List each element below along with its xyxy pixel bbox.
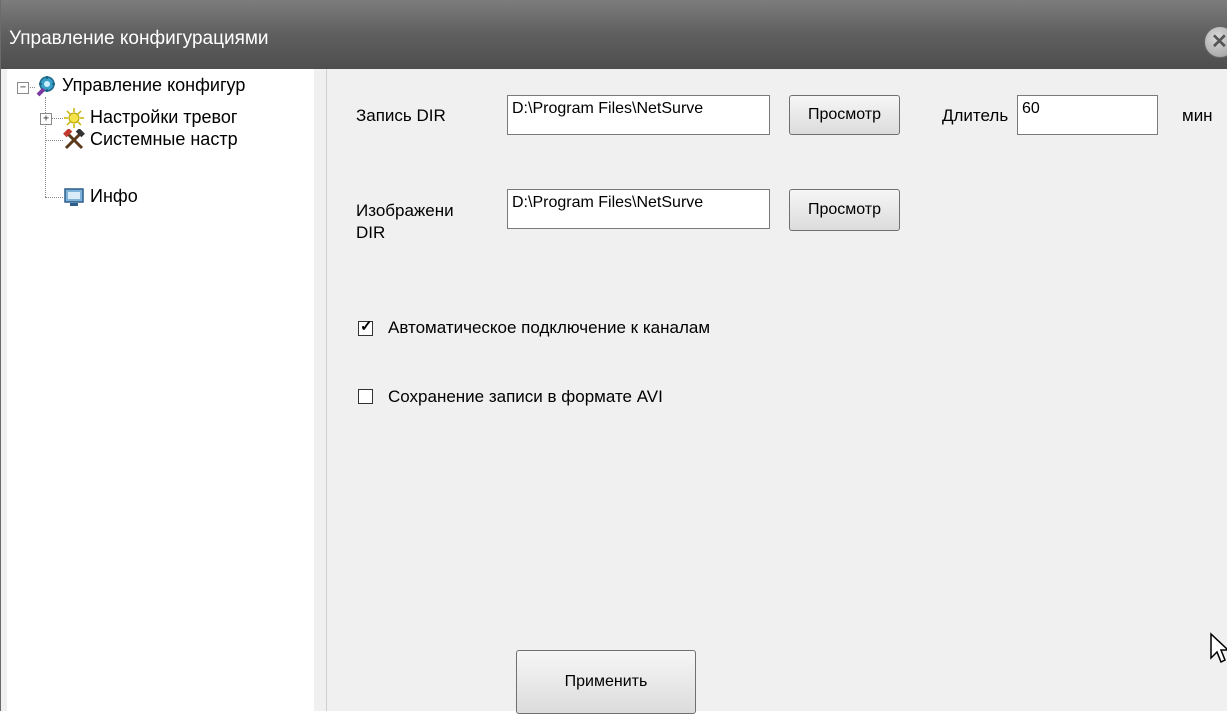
close-button[interactable]: ✕ [1204, 26, 1227, 58]
save-avi-checkbox[interactable] [358, 389, 373, 404]
image-dir-browse-button[interactable]: Просмотр [789, 189, 900, 231]
image-dir-label: Изображени [356, 201, 454, 220]
duration-field[interactable]: 60 [1017, 95, 1158, 135]
tree-item-label: Инфо [90, 186, 138, 206]
alarm-light-icon [64, 108, 84, 128]
duration-unit-label: мин [1182, 106, 1213, 125]
config-gear-icon [36, 76, 55, 97]
info-monitor-icon [64, 188, 84, 206]
image-dir-field[interactable]: D:\Program Files\NetSurve [507, 189, 770, 229]
expand-toggle[interactable]: + [40, 113, 52, 125]
record-dir-browse-button[interactable]: Просмотр [789, 95, 900, 135]
tree-item-info[interactable]: Инфо [63, 186, 314, 208]
config-window: Управление конфигурациями ✕ − Управление… [0, 0, 1227, 714]
auto-connect-label[interactable]: Автоматическое подключение к каналам [388, 318, 710, 338]
record-dir-label: Запись DIR [356, 106, 446, 125]
settings-panel: Запись DIR D:\Program Files\NetSurve Про… [327, 69, 1227, 714]
tree-item-system-settings[interactable]: Системные настр [63, 129, 314, 151]
title-bar[interactable]: Управление конфигурациями ✕ [1, 0, 1227, 69]
close-icon: ✕ [1211, 31, 1227, 53]
tree-connector [45, 140, 63, 141]
tree-item-config-management[interactable]: Управление конфигур [35, 75, 314, 97]
duration-label: Длитель [942, 106, 1009, 125]
record-dir-field[interactable]: D:\Program Files\NetSurve [507, 95, 770, 135]
tree-item-alarm-settings[interactable]: Настройки тревог [63, 107, 314, 129]
mouse-cursor-icon [1210, 632, 1227, 664]
tree-item-label: Системные настр [90, 129, 238, 149]
navigation-tree: − Управление конфигур + Настройки тревог [7, 69, 315, 711]
image-dir-label-line2: DIR [356, 223, 386, 242]
tree-item-label: Настройки тревог [90, 107, 238, 127]
tools-icon [63, 129, 85, 150]
tree-connector [51, 118, 63, 119]
collapse-toggle[interactable]: − [17, 82, 29, 94]
tree-connector [45, 97, 46, 197]
tree-connector [45, 197, 63, 198]
tree-item-label: Управление конфигур [62, 75, 246, 95]
window-title: Управление конфигурациями [9, 28, 269, 49]
save-avi-label[interactable]: Сохранение записи в формате AVI [388, 387, 663, 407]
checkmark-icon: ✓ [360, 318, 373, 335]
auto-connect-checkbox[interactable]: ✓ [358, 318, 373, 336]
panel-splitter[interactable] [314, 69, 327, 711]
apply-button[interactable]: Применить [516, 650, 696, 714]
